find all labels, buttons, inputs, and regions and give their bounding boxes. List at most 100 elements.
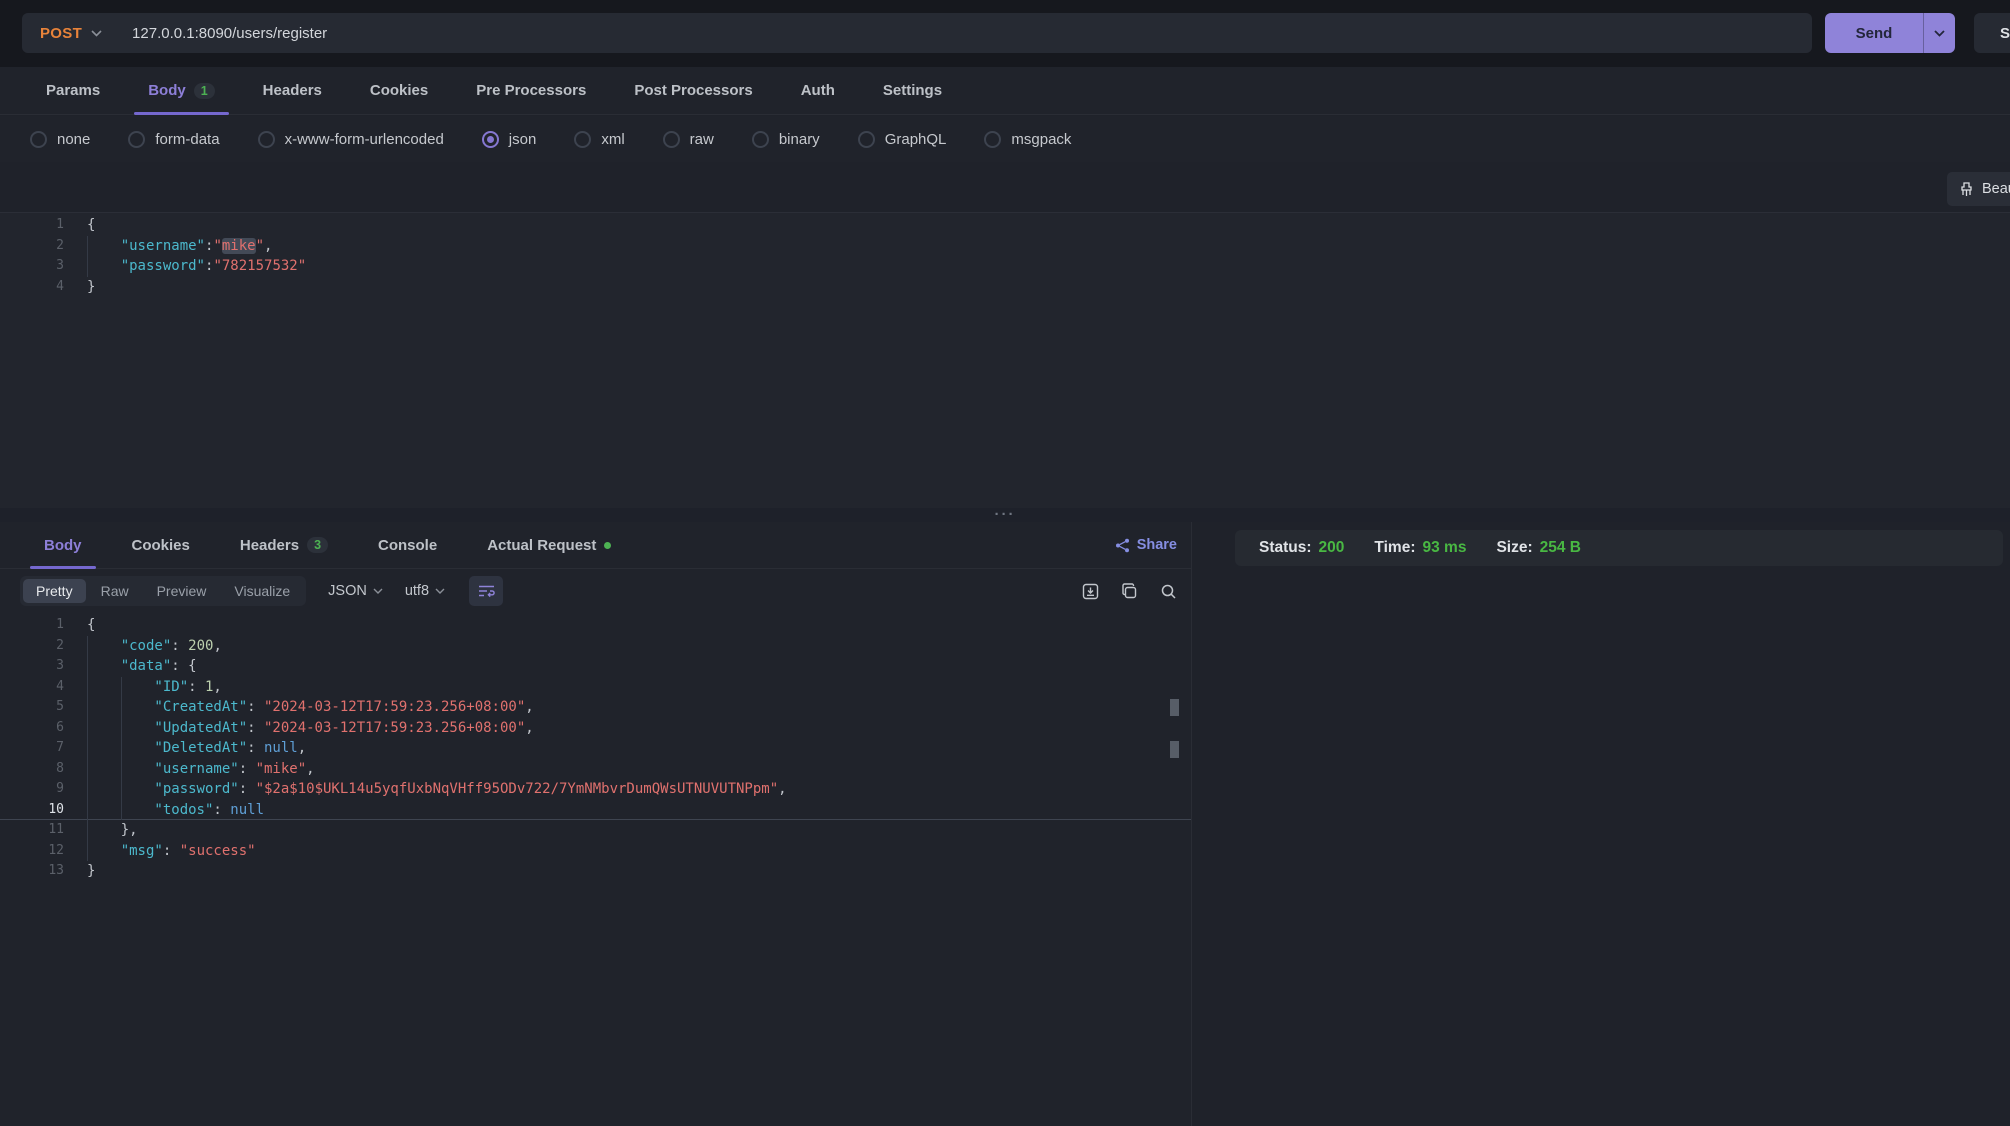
send-button-label: Send bbox=[1825, 13, 1923, 53]
line-number: 8 bbox=[16, 759, 64, 780]
body-type-xml[interactable]: xml bbox=[574, 131, 624, 148]
share-label: Share bbox=[1137, 537, 1177, 553]
response-body-editor[interactable]: 1{2 "code": 200,3 "data": {4 "ID": 1,5 "… bbox=[0, 613, 1191, 882]
send-options-button[interactable] bbox=[1923, 13, 1955, 53]
api-client-window: { "topbar": { "method": "POST", "url": "… bbox=[0, 0, 2010, 1126]
radio-icon bbox=[663, 131, 680, 148]
response-size: Size: 254 B bbox=[1496, 539, 1581, 557]
word-wrap-icon bbox=[478, 584, 495, 598]
view-raw[interactable]: Raw bbox=[88, 579, 142, 603]
body-type-raw[interactable]: raw bbox=[663, 131, 714, 148]
line-number: 5 bbox=[16, 697, 64, 718]
send-button[interactable]: Send bbox=[1825, 13, 1955, 53]
code-line: 4 "ID": 1, bbox=[0, 677, 1191, 698]
code-line: 10 "todos": null bbox=[0, 800, 1191, 821]
radio-icon bbox=[30, 131, 47, 148]
code-line: 3 "data": { bbox=[0, 656, 1191, 677]
actual-request-dot-icon bbox=[604, 542, 611, 549]
chevron-down-icon bbox=[91, 30, 102, 37]
line-number: 10 bbox=[16, 800, 64, 821]
line-number: 12 bbox=[16, 841, 64, 862]
request-tab-bar: Params Body 1 Headers Cookies Pre Proces… bbox=[0, 67, 2010, 115]
response-tab-console[interactable]: Console bbox=[364, 522, 451, 568]
line-number: 6 bbox=[16, 718, 64, 739]
radio-icon bbox=[752, 131, 769, 148]
splitter-handle-icon: ··· bbox=[995, 512, 1016, 518]
view-preview[interactable]: Preview bbox=[144, 579, 220, 603]
code-line: 2 "username":"mike", bbox=[0, 236, 2010, 257]
response-size-value: 254 B bbox=[1540, 539, 1581, 557]
view-pretty[interactable]: Pretty bbox=[23, 579, 86, 603]
download-icon bbox=[1082, 583, 1099, 600]
scrollbar-mark[interactable] bbox=[1170, 699, 1179, 716]
body-type-json[interactable]: json bbox=[482, 131, 537, 148]
response-tab-cookies[interactable]: Cookies bbox=[118, 522, 204, 568]
radio-icon bbox=[128, 131, 145, 148]
radio-icon bbox=[984, 131, 1001, 148]
body-type-msgpack[interactable]: msgpack bbox=[984, 131, 1071, 148]
code-line: 12 "msg": "success" bbox=[0, 841, 1191, 862]
line-number: 7 bbox=[16, 738, 64, 759]
format-dropdown[interactable]: JSON bbox=[328, 583, 383, 599]
response-tab-actual-request[interactable]: Actual Request bbox=[473, 522, 625, 568]
body-type-graphql[interactable]: GraphQL bbox=[858, 131, 947, 148]
status-bar: Status: 200 Time: 93 ms Size: 254 B bbox=[1235, 530, 2003, 566]
response-time: Time: 93 ms bbox=[1374, 539, 1466, 557]
request-body-editor[interactable]: 1{2 "username":"mike",3 "password":"7821… bbox=[0, 212, 2010, 508]
response-actions bbox=[1082, 583, 1177, 600]
body-type-selector: none form-data x-www-form-urlencoded jso… bbox=[0, 116, 2010, 162]
code-line: 8 "username": "mike", bbox=[0, 759, 1191, 780]
pane-splitter[interactable]: ··· bbox=[0, 508, 2010, 522]
body-type-form-data[interactable]: form-data bbox=[128, 131, 219, 148]
download-button[interactable] bbox=[1082, 583, 1099, 600]
tab-auth[interactable]: Auth bbox=[787, 67, 849, 114]
line-number: 9 bbox=[16, 779, 64, 800]
share-button[interactable]: Share bbox=[1115, 537, 1177, 553]
status-code: Status: 200 bbox=[1259, 539, 1344, 557]
tab-headers[interactable]: Headers bbox=[249, 67, 336, 114]
line-number: 1 bbox=[16, 215, 64, 236]
status-code-value: 200 bbox=[1319, 539, 1345, 557]
line-number: 2 bbox=[16, 236, 64, 257]
copy-button[interactable] bbox=[1121, 583, 1138, 600]
tab-body[interactable]: Body 1 bbox=[134, 67, 228, 114]
radio-selected-icon bbox=[482, 131, 499, 148]
copy-icon bbox=[1121, 583, 1138, 600]
word-wrap-toggle[interactable] bbox=[469, 576, 503, 606]
chevron-down-icon bbox=[373, 588, 383, 594]
response-tab-bar: Body Cookies Headers 3 Console Actual Re… bbox=[0, 522, 1191, 569]
code-line: 9 "password": "$2a$10$UKL14u5yqfUxbNqVHf… bbox=[0, 779, 1191, 800]
body-count-badge: 1 bbox=[194, 83, 215, 99]
response-tab-body[interactable]: Body bbox=[30, 522, 96, 568]
line-number: 13 bbox=[16, 861, 64, 882]
body-type-binary[interactable]: binary bbox=[752, 131, 820, 148]
code-line: 1{ bbox=[0, 215, 2010, 236]
view-visualize[interactable]: Visualize bbox=[221, 579, 303, 603]
method-dropdown[interactable]: POST bbox=[22, 25, 118, 42]
tab-cookies[interactable]: Cookies bbox=[356, 67, 442, 114]
search-button[interactable] bbox=[1160, 583, 1177, 600]
beautify-button[interactable]: Beautify bbox=[1947, 172, 2010, 206]
code-line: 13} bbox=[0, 861, 1191, 882]
response-meta-panel: Status: 200 Time: 93 ms Size: 254 B bbox=[1193, 522, 2010, 1126]
body-type-x-www-form-urlencoded[interactable]: x-www-form-urlencoded bbox=[258, 131, 444, 148]
save-button[interactable]: Save bbox=[1974, 13, 2010, 53]
line-number: 1 bbox=[16, 615, 64, 636]
body-type-none[interactable]: none bbox=[30, 131, 90, 148]
top-bar: POST 127.0.0.1:8090/users/register Send … bbox=[0, 0, 2010, 67]
radio-icon bbox=[258, 131, 275, 148]
response-pane: Body Cookies Headers 3 Console Actual Re… bbox=[0, 522, 1192, 1126]
response-tab-headers[interactable]: Headers 3 bbox=[226, 522, 342, 568]
url-bar: POST 127.0.0.1:8090/users/register bbox=[22, 13, 1812, 53]
response-time-value: 93 ms bbox=[1422, 539, 1466, 557]
tab-post-processors[interactable]: Post Processors bbox=[620, 67, 766, 114]
url-input[interactable]: 127.0.0.1:8090/users/register bbox=[132, 25, 327, 42]
code-line: 7 "DeletedAt": null, bbox=[0, 738, 1191, 759]
tab-pre-processors[interactable]: Pre Processors bbox=[462, 67, 600, 114]
tab-params[interactable]: Params bbox=[32, 67, 114, 114]
tab-settings[interactable]: Settings bbox=[869, 67, 956, 114]
line-number: 3 bbox=[16, 256, 64, 277]
encoding-dropdown[interactable]: utf8 bbox=[405, 583, 445, 599]
scrollbar-mark[interactable] bbox=[1170, 741, 1179, 758]
response-toolbar: Pretty Raw Preview Visualize JSON utf8 bbox=[0, 569, 1191, 613]
